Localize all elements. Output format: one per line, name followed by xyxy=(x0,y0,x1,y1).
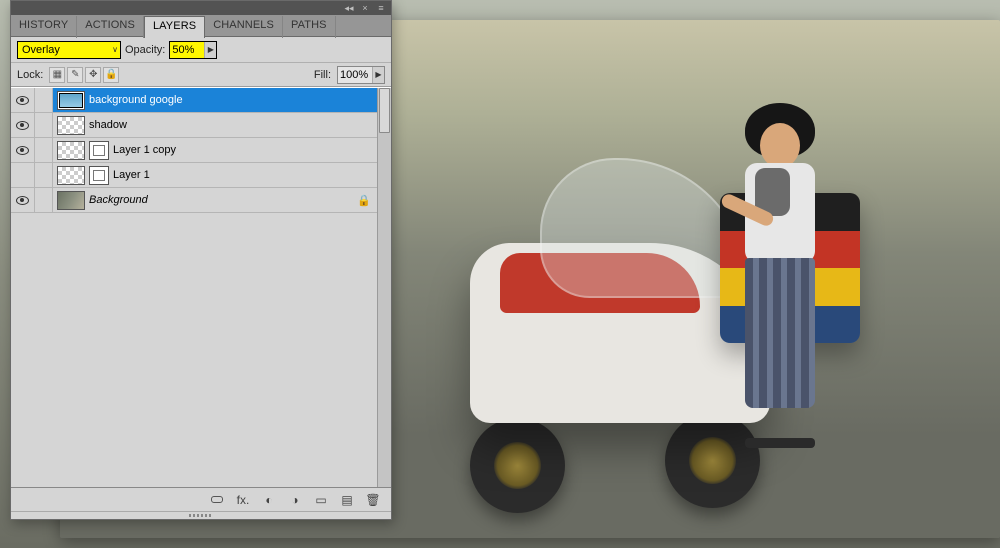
lock-all-icon[interactable]: 🔒 xyxy=(103,67,119,83)
composited-image xyxy=(430,30,980,523)
visibility-toggle[interactable] xyxy=(11,163,35,187)
lock-fill-row: Lock: ▦ ✎ ✥ 🔒 Fill: ▶ xyxy=(11,63,391,87)
panel-resizer[interactable] xyxy=(11,511,391,519)
eye-icon xyxy=(16,96,29,105)
layer-name[interactable]: background google xyxy=(89,94,373,106)
layer-row[interactable]: Background 🔒 xyxy=(11,188,391,213)
lock-icon: 🔒 xyxy=(357,194,373,207)
fill-scrub-icon[interactable]: ▶ xyxy=(372,67,384,83)
new-layer-icon[interactable]: ▤ xyxy=(337,491,357,509)
layer-mask-thumbnail xyxy=(89,166,109,185)
layer-name[interactable]: shadow xyxy=(89,119,373,131)
layer-thumbnail xyxy=(57,116,85,135)
layer-content[interactable]: background google xyxy=(53,88,377,112)
fill-label: Fill: xyxy=(314,69,331,81)
layer-content[interactable]: Layer 1 xyxy=(53,163,377,187)
layer-thumbnail xyxy=(57,166,85,185)
layers-panel: ◂◂ × ≡ HISTORY ACTIONS LAYERS CHANNELS P… xyxy=(10,0,392,520)
link-column[interactable] xyxy=(35,113,53,137)
panel-menu-icon[interactable]: ≡ xyxy=(375,3,387,13)
layer-thumbnail xyxy=(57,191,85,210)
link-column[interactable] xyxy=(35,188,53,212)
panel-menubar: ◂◂ × ≡ xyxy=(11,1,391,15)
tab-channels[interactable]: CHANNELS xyxy=(205,16,283,38)
blend-opacity-row: Overlay ∨ Opacity: ▶ xyxy=(11,37,391,63)
panel-collapse-icon[interactable]: ◂◂ xyxy=(343,3,355,13)
link-column[interactable] xyxy=(35,88,53,112)
layer-name[interactable]: Background xyxy=(89,194,353,206)
blend-mode-value: Overlay xyxy=(22,44,60,56)
adjustment-layer-icon[interactable]: ◑ xyxy=(285,491,305,509)
layer-name[interactable]: Layer 1 copy xyxy=(113,144,373,156)
eye-icon xyxy=(16,146,29,155)
layer-row[interactable]: Layer 1 copy xyxy=(11,138,391,163)
chevron-down-icon: ∨ xyxy=(112,45,118,54)
link-layers-icon[interactable] xyxy=(207,491,227,509)
lock-transparent-icon[interactable]: ▦ xyxy=(49,67,65,83)
lock-pixels-icon[interactable]: ✎ xyxy=(67,67,83,83)
lock-label: Lock: xyxy=(17,69,43,81)
tab-layers[interactable]: LAYERS xyxy=(144,16,205,38)
opacity-label: Opacity: xyxy=(125,44,165,56)
layers-list: background google shadow Layer 1 copy Layer… xyxy=(11,87,391,487)
layer-thumbnail xyxy=(57,141,85,160)
blend-mode-select[interactable]: Overlay ∨ xyxy=(17,41,121,59)
trash-icon[interactable]: 🗑 xyxy=(363,491,383,509)
eye-icon xyxy=(16,121,29,130)
visibility-toggle[interactable] xyxy=(11,188,35,212)
layer-row[interactable]: Layer 1 xyxy=(11,163,391,188)
fill-field[interactable] xyxy=(338,69,372,81)
lock-position-icon[interactable]: ✥ xyxy=(85,67,101,83)
layer-content[interactable]: Background 🔒 xyxy=(53,188,377,212)
link-column[interactable] xyxy=(35,138,53,162)
opacity-field[interactable] xyxy=(170,44,204,56)
group-icon[interactable]: ▭ xyxy=(311,491,331,509)
tab-paths[interactable]: PATHS xyxy=(283,16,336,38)
eye-icon xyxy=(16,196,29,205)
tab-history[interactable]: HISTORY xyxy=(11,16,77,38)
layer-mask-thumbnail xyxy=(89,141,109,160)
panel-close-icon[interactable]: × xyxy=(359,3,371,13)
visibility-toggle[interactable] xyxy=(11,113,35,137)
layer-content[interactable]: shadow xyxy=(53,113,377,137)
layer-row[interactable]: background google xyxy=(11,88,391,113)
link-column[interactable] xyxy=(35,163,53,187)
layer-thumbnail xyxy=(57,91,85,110)
add-mask-icon[interactable]: ◐ xyxy=(259,491,279,509)
fill-input[interactable]: ▶ xyxy=(337,66,385,84)
opacity-scrub-icon[interactable]: ▶ xyxy=(204,42,216,58)
visibility-toggle[interactable] xyxy=(11,138,35,162)
tab-actions[interactable]: ACTIONS xyxy=(77,16,144,38)
layers-scrollbar[interactable] xyxy=(377,88,391,487)
visibility-toggle[interactable] xyxy=(11,88,35,112)
panel-tabs: HISTORY ACTIONS LAYERS CHANNELS PATHS xyxy=(11,15,391,37)
lock-icons: ▦ ✎ ✥ 🔒 xyxy=(49,67,119,83)
layer-row[interactable]: shadow xyxy=(11,113,391,138)
layer-content[interactable]: Layer 1 copy xyxy=(53,138,377,162)
opacity-input[interactable]: ▶ xyxy=(169,41,217,59)
fx-icon[interactable]: fx. xyxy=(233,491,253,509)
panel-bottombar: fx. ◐ ◑ ▭ ▤ 🗑 xyxy=(11,487,391,511)
layer-name[interactable]: Layer 1 xyxy=(113,169,373,181)
